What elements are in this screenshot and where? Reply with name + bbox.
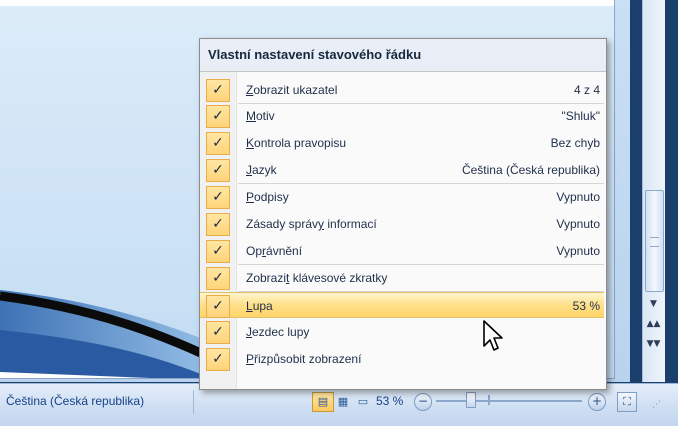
menu-item-accelerator: P: [246, 190, 255, 204]
menu-item-value: Bez chyb: [550, 136, 600, 150]
menu-item-label: Kontrola pravopisu: [246, 136, 346, 150]
check-icon: ✓: [206, 132, 230, 155]
menu-item-label: Přizpůsobit zobrazení: [246, 352, 361, 366]
fit-to-window-icon[interactable]: ⛶: [617, 392, 637, 412]
zoom-level-text[interactable]: 53 %: [376, 394, 403, 408]
menu-item-label-part: ávnění: [266, 244, 303, 258]
menu-item[interactable]: ✓ Oprávnění Vypnuto: [200, 238, 604, 264]
menu-item-label: Zásady správy informací: [246, 217, 377, 231]
menu-item-label-part: ezdec lupy: [252, 325, 310, 339]
menu-item[interactable]: ✓ Podpisy Vypnuto: [200, 184, 604, 210]
menu-item-accelerator: K: [246, 136, 255, 150]
menu-item-label-part: řizpůsobit zobrazení: [254, 352, 362, 366]
menu-item-value: Vypnuto: [556, 190, 600, 204]
menu-item-label-part: upa: [252, 299, 273, 313]
status-separator: [193, 390, 194, 414]
check-icon: ✓: [206, 213, 230, 236]
menu-item-label: Oprávnění: [246, 244, 302, 258]
scrollbar-thumb[interactable]: [645, 190, 664, 292]
slide-sorter-icon[interactable]: ▦: [332, 392, 354, 412]
menu-item-label: Zobrazit klávesové zkratky: [246, 271, 387, 285]
menu-item-label: Motiv: [246, 109, 275, 123]
menu-item-accelerator: M: [246, 109, 256, 123]
menu-item-value: "Shluk": [561, 109, 600, 123]
menu-item-value: Vypnuto: [556, 217, 600, 231]
check-icon: ✓: [206, 321, 230, 344]
menu-item[interactable]: ✓ Zobrazit ukazatel 4 z 4: [200, 77, 604, 103]
vertical-scrollbar[interactable]: ▼ ▲▲ ▼▼: [642, 0, 665, 382]
status-bar-customize-menu: Vlastní nastavení stavového řádku ✓ Zobra…: [199, 38, 607, 390]
menu-item[interactable]: ✓ Zásady správy informací Vypnuto: [200, 211, 604, 237]
menu-item[interactable]: ✓ Lupa 53 %: [200, 292, 604, 318]
menu-item-label: Jazyk: [246, 163, 277, 177]
menu-title: Vlastní nastavení stavového řádku: [200, 39, 606, 72]
menu-item-label-part: klávesové zkratky: [289, 271, 388, 285]
menu-item[interactable]: ✓ Jezdec lupy: [200, 319, 604, 345]
check-icon: ✓: [206, 186, 230, 209]
menu-item-value: 4 z 4: [573, 83, 600, 97]
menu-item-label-part: otiv: [256, 109, 275, 123]
menu-item-label: Jezdec lupy: [246, 325, 309, 339]
scroll-down-icon[interactable]: ▼: [645, 296, 662, 312]
check-icon: ✓: [206, 105, 230, 128]
slide-show-icon[interactable]: ▭: [352, 392, 374, 412]
check-icon: ✓: [206, 79, 230, 102]
menu-item[interactable]: ✓ Přizpůsobit zobrazení: [200, 346, 604, 372]
menu-item[interactable]: ✓ Kontrola pravopisu Bez chyb: [200, 130, 604, 156]
zoom-slider-thumb[interactable]: [465, 392, 476, 408]
menu-item-label-part: azyk: [252, 163, 277, 177]
check-icon: ✓: [206, 240, 230, 263]
menu-item[interactable]: ✓ Zobrazit klávesové zkratky: [200, 265, 604, 291]
menu-item-label: Lupa: [246, 299, 273, 313]
menu-item-label: Zobrazit ukazatel: [246, 83, 337, 97]
normal-view-icon[interactable]: ▤: [312, 392, 334, 412]
status-language[interactable]: Čeština (Česká republika): [6, 394, 144, 408]
check-icon: ✓: [206, 348, 230, 371]
menu-item-label: Podpisy: [246, 190, 289, 204]
zoom-slider-track[interactable]: [436, 400, 582, 402]
zoom-slider-center-mark: [488, 395, 490, 405]
menu-item-label-part: Op: [246, 244, 263, 258]
check-icon: ✓: [206, 295, 230, 318]
menu-item-label-part: Zásady správ: [246, 217, 319, 231]
menu-item-accelerator: L: [246, 299, 253, 313]
menu-item-label-part: obrazit ukazatel: [253, 83, 338, 97]
check-icon: ✓: [206, 159, 230, 182]
menu-item-label-part: informací: [324, 217, 377, 231]
resize-grip-icon[interactable]: ⋰: [652, 400, 661, 410]
zoom-in-button[interactable]: +: [588, 393, 606, 411]
menu-item-label-part: odpisy: [254, 190, 289, 204]
zoom-out-button[interactable]: −: [414, 393, 432, 411]
menu-item[interactable]: ✓ Motiv "Shluk": [200, 103, 604, 129]
next-slide-icon[interactable]: ▼▼: [645, 336, 662, 352]
menu-item-label-part: ontrola pravopisu: [254, 136, 347, 150]
mouse-pointer-icon: [483, 320, 503, 351]
menu-item-label-part: Zobrazi: [246, 271, 287, 285]
scrollbar-grip: [650, 237, 659, 247]
menu-item-accelerator: P: [246, 352, 255, 366]
menu-item[interactable]: ✓ Jazyk Čeština (Česká republika): [200, 157, 604, 183]
menu-item-value: Vypnuto: [556, 244, 600, 258]
powerpoint-window: ▼ ▲▲ ▼▼ Čeština (Česká republika) ▤ ▦ ▭ …: [0, 0, 678, 426]
previous-slide-icon[interactable]: ▲▲: [645, 316, 662, 332]
check-icon: ✓: [206, 267, 230, 290]
menu-item-value: 53 %: [572, 299, 600, 313]
menu-item-value: Čeština (Česká republika): [461, 163, 600, 177]
